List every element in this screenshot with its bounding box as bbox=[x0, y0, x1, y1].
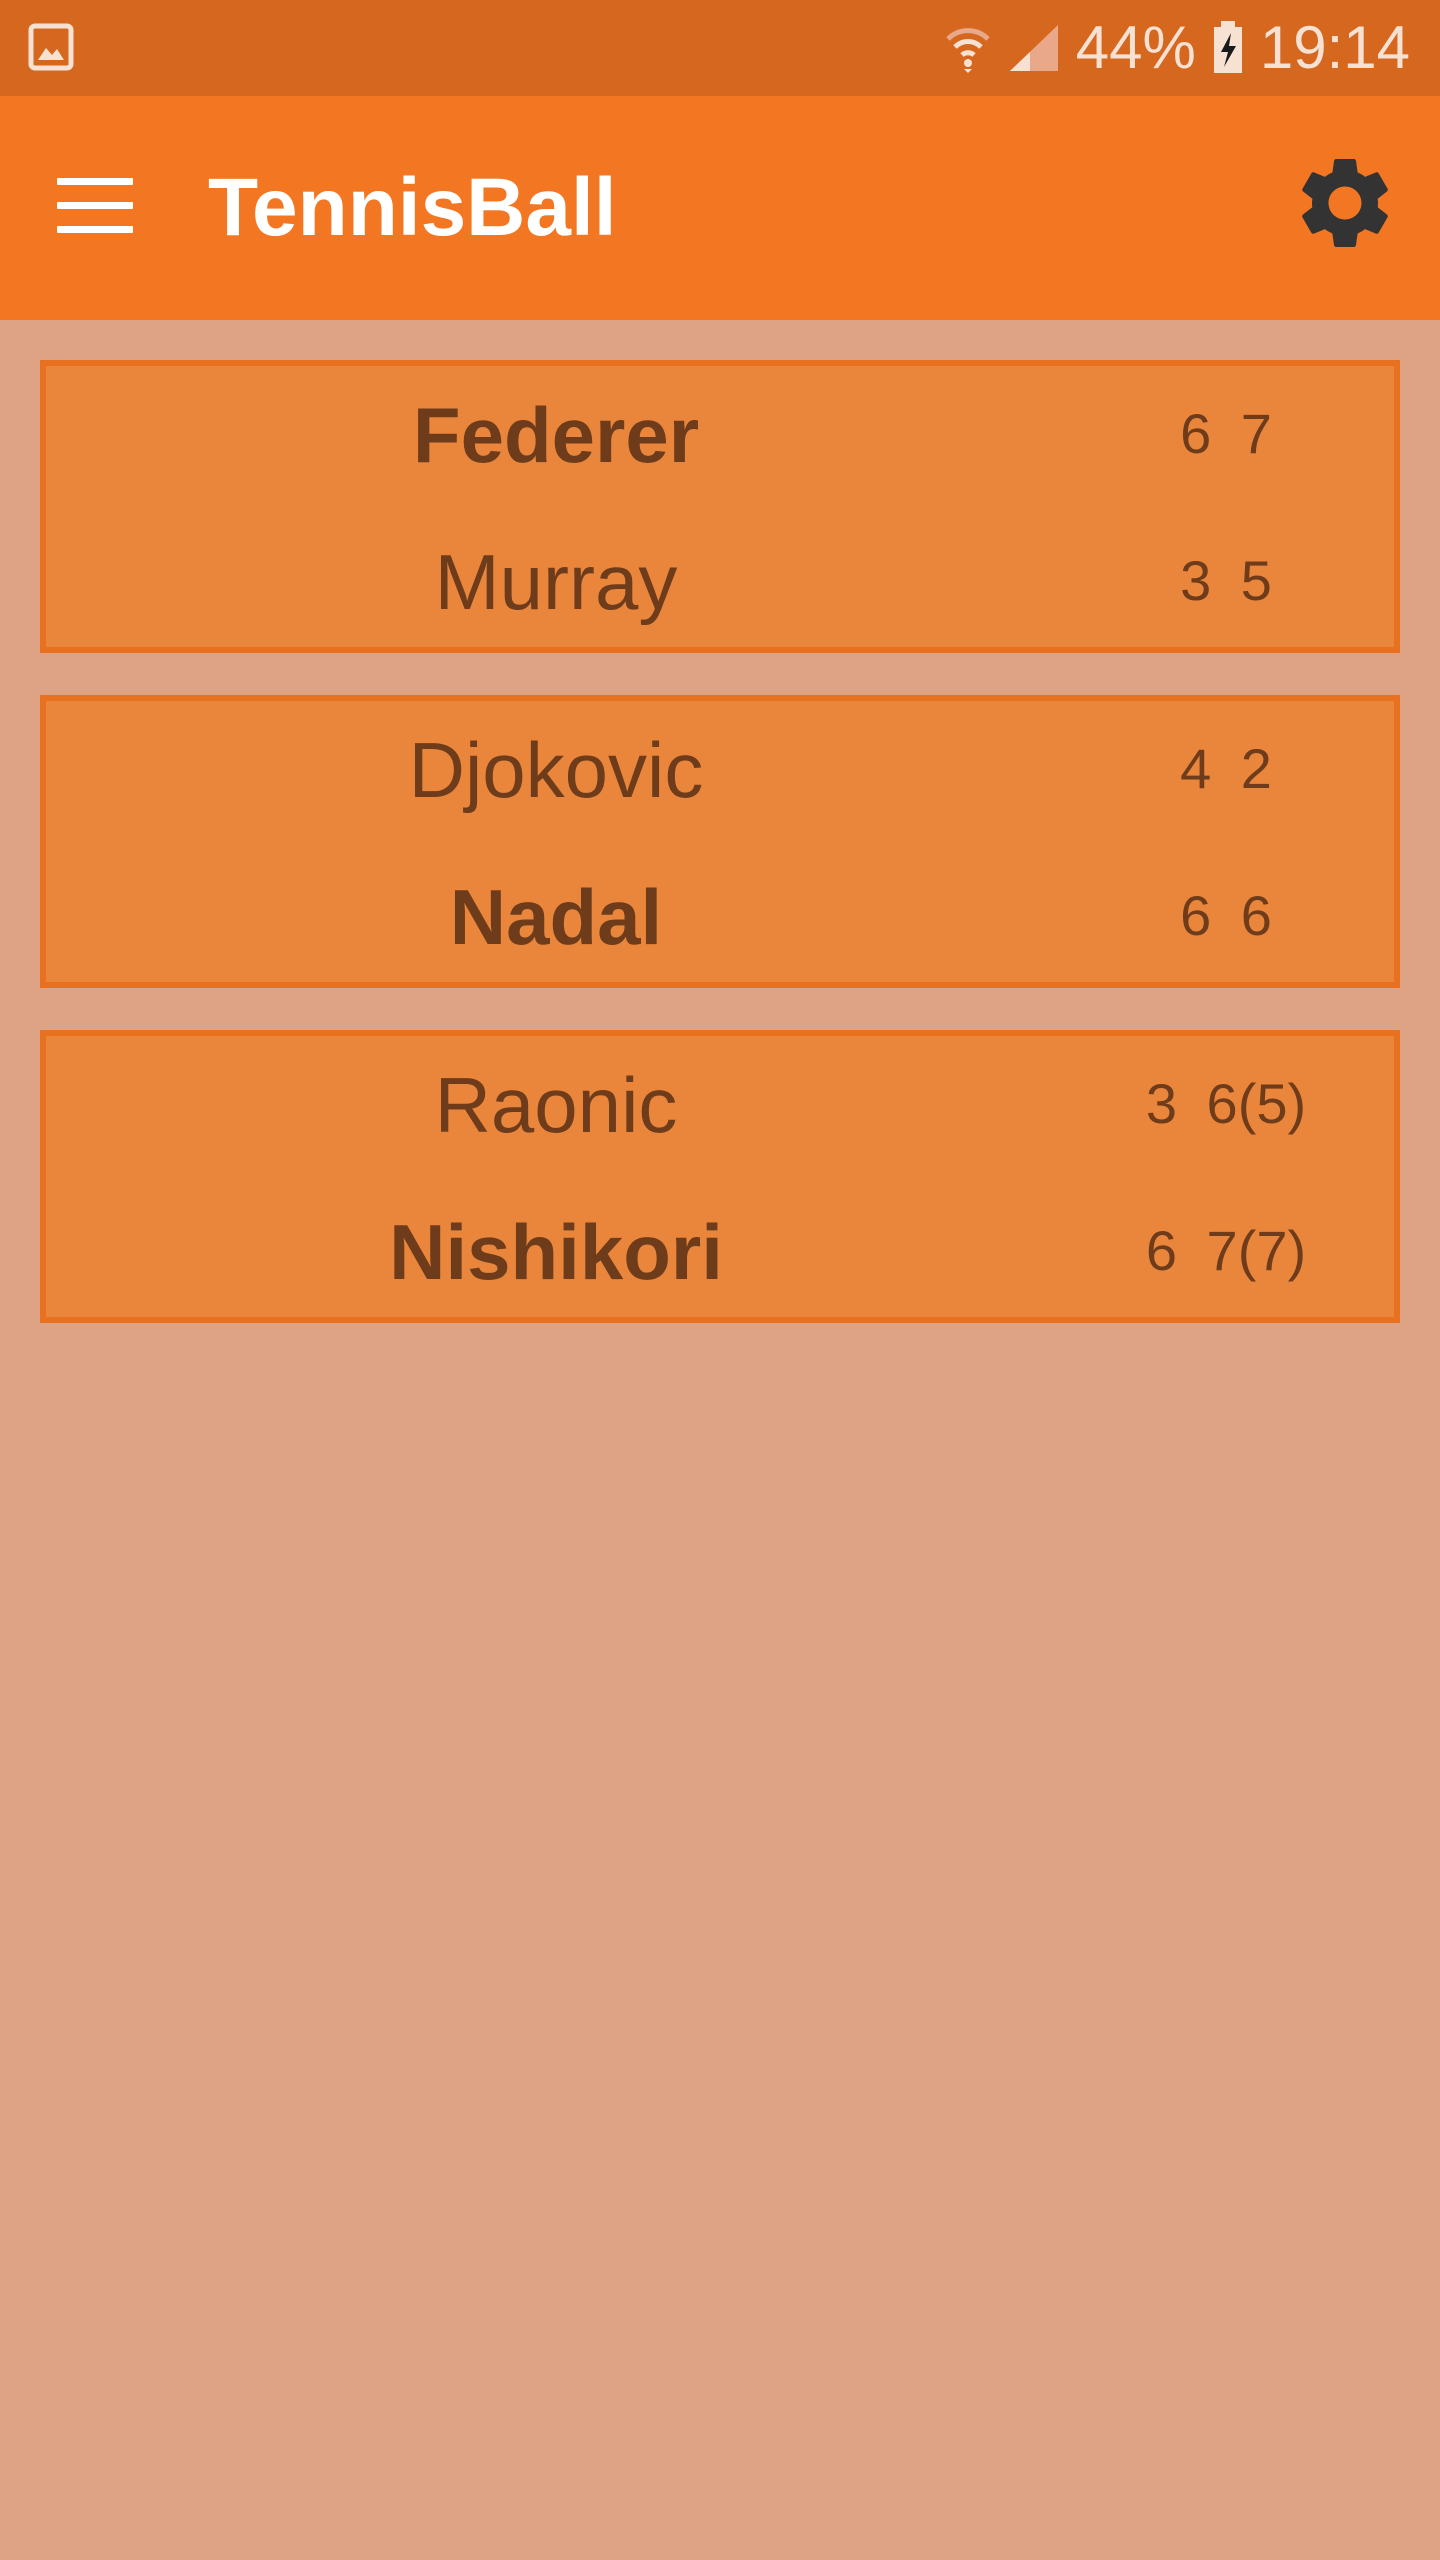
player-scores: 3 6(5) bbox=[1145, 1072, 1307, 1135]
player-row: Raonic 3 6(5) bbox=[46, 1036, 1394, 1183]
image-icon bbox=[28, 22, 74, 72]
gear-icon[interactable] bbox=[1290, 148, 1400, 258]
status-indicators: 44% 19:14 bbox=[944, 0, 1410, 96]
player-name: Nadal bbox=[449, 873, 663, 961]
player-scores: 6 7(7) bbox=[1145, 1219, 1307, 1282]
hamburger-menu-icon[interactable] bbox=[57, 178, 135, 234]
battery-charging-icon bbox=[1212, 21, 1244, 75]
clock: 19:14 bbox=[1259, 14, 1410, 81]
app-bar: TennisBall bbox=[0, 96, 1440, 320]
signal-icon bbox=[1008, 23, 1060, 73]
player-name: Murray bbox=[434, 538, 678, 626]
match-card[interactable]: Raonic 3 6(5) Nishikori 6 7(7) bbox=[40, 1030, 1400, 1323]
player-name: Raonic bbox=[434, 1061, 678, 1149]
match-card[interactable]: Federer 6 7 Murray 3 5 bbox=[40, 360, 1400, 653]
battery-percent: 44% bbox=[1075, 14, 1196, 81]
player-scores: 3 5 bbox=[1180, 549, 1272, 612]
match-card[interactable]: Djokovic 4 2 Nadal 6 6 bbox=[40, 695, 1400, 988]
player-row: Murray 3 5 bbox=[46, 513, 1394, 660]
app-title: TennisBall bbox=[208, 162, 617, 253]
player-name: Nishikori bbox=[389, 1208, 723, 1296]
player-row: Djokovic 4 2 bbox=[46, 701, 1394, 848]
player-scores: 4 2 bbox=[1180, 737, 1272, 800]
wifi-icon bbox=[944, 23, 992, 73]
player-row: Federer 6 7 bbox=[46, 366, 1394, 513]
player-scores: 6 6 bbox=[1180, 884, 1272, 947]
player-scores: 6 7 bbox=[1180, 402, 1272, 465]
player-name: Federer bbox=[412, 391, 700, 479]
status-bar: 44% 19:14 bbox=[0, 0, 1440, 96]
match-list: Federer 6 7 Murray 3 5 Djokovic 4 2 Nada… bbox=[40, 360, 1400, 1365]
player-row: Nishikori 6 7(7) bbox=[46, 1183, 1394, 1330]
player-row: Nadal 6 6 bbox=[46, 848, 1394, 995]
player-name: Djokovic bbox=[408, 726, 704, 814]
